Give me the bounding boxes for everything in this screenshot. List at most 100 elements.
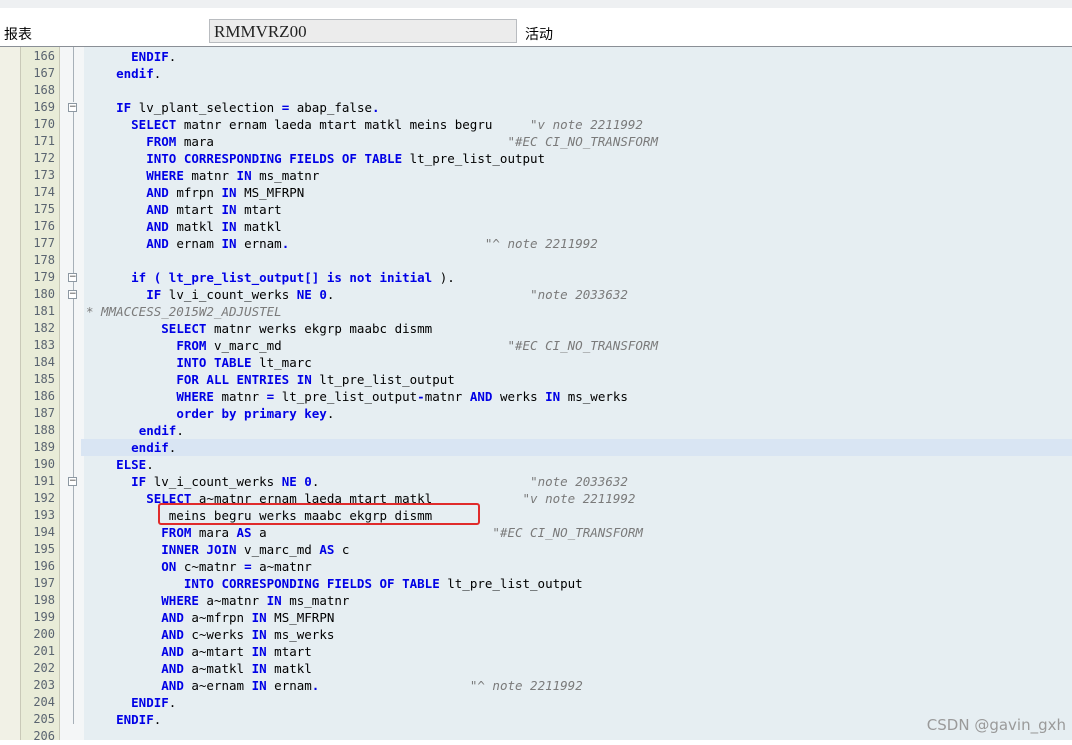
code-line[interactable]: 191 IF lv_i_count_werks NE 0. "note 2033… xyxy=(0,473,1072,490)
code-token: . xyxy=(326,406,335,421)
code-token: lv_i_count_werks xyxy=(146,474,282,489)
code-token: ms_matnr xyxy=(251,168,320,183)
code-token: . xyxy=(168,440,177,455)
code-line[interactable]: 174 AND mfrpn IN MS_MFRPN xyxy=(0,184,1072,201)
code-line[interactable]: 173 WHERE matnr IN ms_matnr xyxy=(0,167,1072,184)
code-text: SELECT matnr werks ekgrp maabc dismm xyxy=(86,320,432,337)
keyword-token: FROM xyxy=(176,338,207,353)
code-line[interactable]: 198 WHERE a~matnr IN ms_matnr xyxy=(0,592,1072,609)
code-token: mara xyxy=(176,134,508,149)
code-token: matkl xyxy=(236,219,282,234)
code-line[interactable]: 199 AND a~mfrpn IN MS_MFRPN xyxy=(0,609,1072,626)
code-line[interactable]: 190 ELSE. xyxy=(0,456,1072,473)
fold-toggle-icon[interactable]: − xyxy=(68,103,77,112)
code-line[interactable]: 177 AND ernam IN ernam. "^ note 2211992 xyxy=(0,235,1072,252)
comment-token: "note 2033632 xyxy=(530,287,628,302)
code-token: matnr xyxy=(424,389,470,404)
code-line[interactable]: 206 xyxy=(0,728,1072,745)
code-line[interactable]: 185 FOR ALL ENTRIES IN lt_pre_list_outpu… xyxy=(0,371,1072,388)
code-line[interactable]: 168 xyxy=(0,82,1072,99)
code-line[interactable]: 205 ENDIF. xyxy=(0,711,1072,728)
code-token: lv_plant_selection xyxy=(131,100,282,115)
code-line[interactable]: 196 ON c~matnr = a~matnr xyxy=(0,558,1072,575)
code-line[interactable]: 183 FROM v_marc_md "#EC CI_NO_TRANSFORM xyxy=(0,337,1072,354)
code-line[interactable]: 182 SELECT matnr werks ekgrp maabc dismm xyxy=(0,320,1072,337)
keyword-token: IN xyxy=(251,644,267,659)
code-line[interactable]: 167 endif. xyxy=(0,65,1072,82)
program-name-field[interactable]: RMMVRZ00 xyxy=(209,19,517,43)
code-line[interactable]: 178 xyxy=(0,252,1072,269)
code-line[interactable]: 166 ENDIF. xyxy=(0,48,1072,65)
code-token: lt_pre_list_output xyxy=(402,151,546,166)
code-text: WHERE matnr IN ms_matnr xyxy=(86,167,319,184)
line-number: 174 xyxy=(33,185,55,199)
code-line[interactable]: 170 SELECT matnr ernam laeda mtart matkl… xyxy=(0,116,1072,133)
report-header-bar: 报表 RMMVRZ00 活动 xyxy=(0,0,1072,47)
code-line[interactable]: 200 AND c~werks IN ms_werks xyxy=(0,626,1072,643)
code-line[interactable]: 181 * MMACCESS_2015W2_ADJUSTEL xyxy=(0,303,1072,320)
code-line[interactable]: 197 INTO CORRESPONDING FIELDS OF TABLE l… xyxy=(0,575,1072,592)
code-line[interactable]: 179 if ( lt_pre_list_output[] is not ini… xyxy=(0,269,1072,286)
code-line[interactable]: 169 IF lv_plant_selection = abap_false. xyxy=(0,99,1072,116)
keyword-token: WHERE xyxy=(146,168,184,183)
keyword-token: SELECT xyxy=(161,321,207,336)
code-line[interactable]: 172 INTO CORRESPONDING FIELDS OF TABLE l… xyxy=(0,150,1072,167)
keyword-token: order by primary key xyxy=(176,406,327,421)
code-token: a~matkl xyxy=(183,661,252,676)
code-token: matkl xyxy=(168,219,222,234)
comment-token: "v note 2211992 xyxy=(530,117,643,132)
code-token: . xyxy=(168,49,177,64)
keyword-token: AS xyxy=(236,525,252,540)
code-text: endif. xyxy=(86,439,176,456)
keyword-token: IN xyxy=(266,593,282,608)
keyword-token: INTO CORRESPONDING FIELDS OF TABLE xyxy=(146,151,403,166)
code-line[interactable]: 202 AND a~matkl IN matkl xyxy=(0,660,1072,677)
keyword-token: IN xyxy=(221,219,237,234)
keyword-token: IN xyxy=(221,202,237,217)
code-line[interactable]: 203 AND a~ernam IN ernam. "^ note 221199… xyxy=(0,677,1072,694)
line-number: 179 xyxy=(33,270,55,284)
code-token: a~mtart xyxy=(183,644,252,659)
code-line[interactable]: 180 IF lv_i_count_werks NE 0. "note 2033… xyxy=(0,286,1072,303)
keyword-token: = xyxy=(244,559,252,574)
fold-toggle-icon[interactable]: − xyxy=(68,290,77,299)
keyword-token: INTO CORRESPONDING FIELDS OF TABLE xyxy=(183,576,440,591)
code-token: a~mfrpn xyxy=(183,610,252,625)
keyword-token: is not initial xyxy=(326,270,433,285)
code-line[interactable]: 201 AND a~mtart IN mtart xyxy=(0,643,1072,660)
code-line[interactable]: 184 INTO TABLE lt_marc xyxy=(0,354,1072,371)
line-number: 172 xyxy=(33,151,55,165)
code-token: . xyxy=(176,423,184,438)
code-text: AND a~ernam IN ernam. "^ note 2211992 xyxy=(86,677,582,694)
code-token: . xyxy=(153,712,162,727)
code-line[interactable]: 189 endif. xyxy=(33,439,1072,456)
fold-toggle-icon[interactable]: − xyxy=(68,477,77,486)
fold-toggle-icon[interactable]: − xyxy=(68,273,77,282)
code-line[interactable]: 175 AND mtart IN mtart xyxy=(0,201,1072,218)
code-line[interactable]: 176 AND matkl IN matkl xyxy=(0,218,1072,235)
line-number: 198 xyxy=(33,593,55,607)
code-line[interactable]: 194 FROM mara AS a "#EC CI_NO_TRANSFORM xyxy=(0,524,1072,541)
code-line[interactable]: 188 endif. xyxy=(0,422,1072,439)
code-line[interactable]: 195 INNER JOIN v_marc_md AS c xyxy=(0,541,1072,558)
code-line[interactable]: 186 WHERE matnr = lt_pre_list_output-mat… xyxy=(0,388,1072,405)
code-text: IF lv_i_count_werks NE 0. "note 2033632 xyxy=(86,286,628,303)
code-line[interactable]: 171 FROM mara "#EC CI_NO_TRANSFORM xyxy=(0,133,1072,150)
code-text: endif. xyxy=(86,65,161,82)
code-line[interactable]: 204 ENDIF. xyxy=(0,694,1072,711)
line-number: 204 xyxy=(33,695,55,709)
keyword-token: AND xyxy=(161,678,184,693)
line-number: 192 xyxy=(33,491,55,505)
code-line[interactable]: 187 order by primary key. xyxy=(0,405,1072,422)
code-token: matnr xyxy=(183,168,237,183)
line-number: 184 xyxy=(33,355,55,369)
keyword-token: IN xyxy=(251,610,267,625)
keyword-token: WHERE xyxy=(161,593,199,608)
